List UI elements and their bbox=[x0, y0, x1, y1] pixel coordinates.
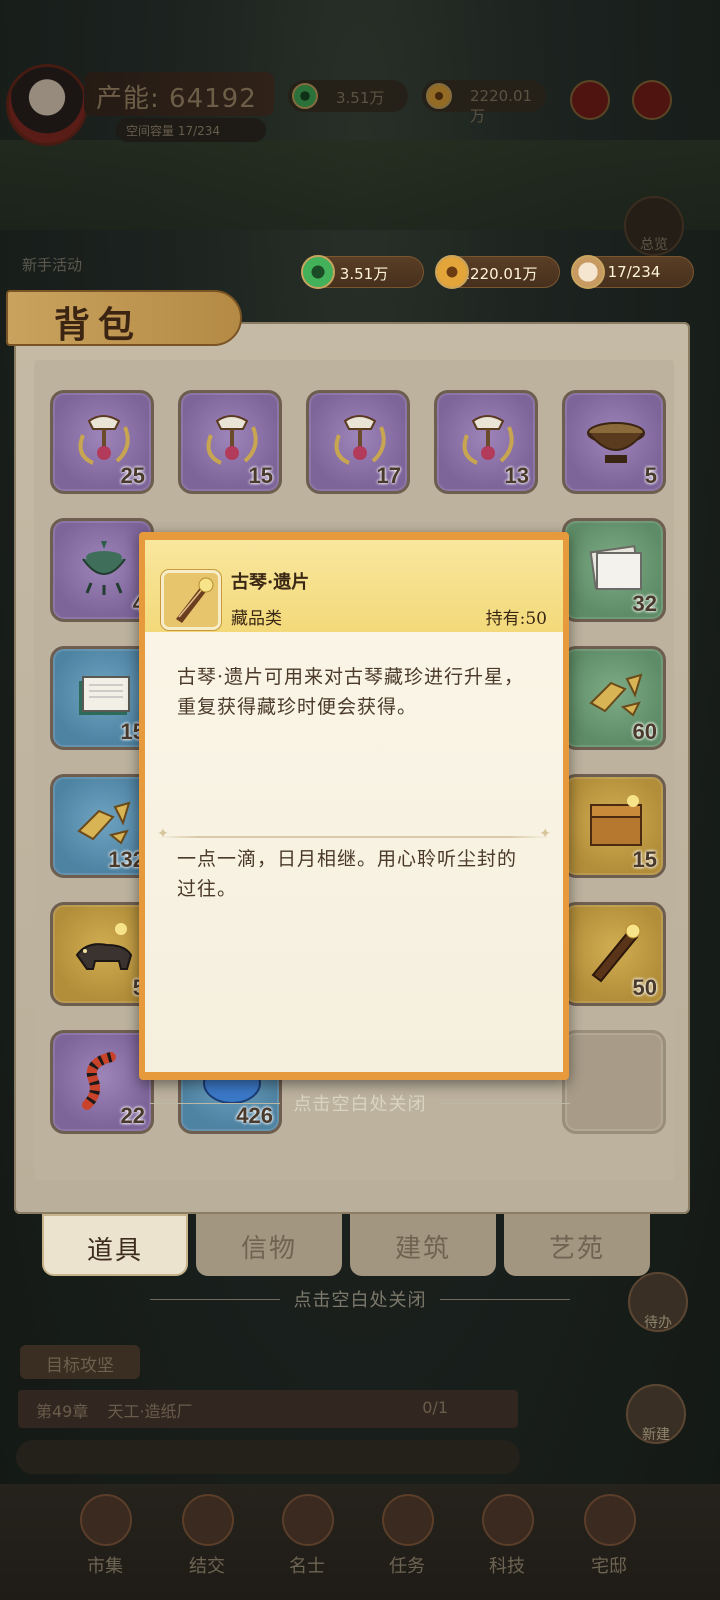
bag-slot[interactable]: 32 bbox=[562, 518, 666, 622]
capacity-icon bbox=[571, 255, 605, 289]
capacity-value: 17/234 bbox=[607, 263, 661, 281]
bag-slot[interactable]: 17 bbox=[306, 390, 410, 494]
nav-tasks-label: 任务 bbox=[389, 1556, 425, 1577]
tooltip-owned-count: 持有:50 bbox=[485, 609, 547, 629]
incense-burner-icon bbox=[82, 541, 126, 595]
nav-market[interactable]: 市集 bbox=[62, 1492, 148, 1582]
nav-tech[interactable]: 科技 bbox=[464, 1492, 550, 1582]
todo-label: 待办 bbox=[644, 1315, 672, 1331]
nav-friends[interactable]: 结交 bbox=[164, 1492, 250, 1582]
nav-market-label: 市集 bbox=[87, 1556, 123, 1577]
nav-friends-label: 结交 bbox=[189, 1556, 225, 1577]
bag-slot[interactable]: 15 bbox=[562, 774, 666, 878]
chapter-progress: 0/1 bbox=[422, 1398, 448, 1417]
new-build-button[interactable]: 新建 bbox=[626, 1384, 686, 1444]
guqin-fragment-icon bbox=[161, 570, 221, 630]
gold-value: 2220.01万 bbox=[460, 265, 538, 283]
mansion-icon bbox=[584, 1494, 636, 1546]
bag-close-hint[interactable]: 点击空白处关闭 bbox=[150, 1286, 570, 1316]
jade-value: 3.51万 bbox=[339, 265, 389, 283]
slot-count: 50 bbox=[632, 975, 657, 1000]
tooltip-item-name: 古琴·遗片 bbox=[231, 572, 310, 593]
slot-count: 60 bbox=[632, 719, 657, 744]
slot-count: 32 bbox=[632, 591, 657, 616]
chapter-number: 第49章 bbox=[36, 1402, 89, 1421]
todo-button[interactable]: 待办 bbox=[628, 1272, 688, 1332]
item-tooltip: 古琴·遗片 藏品类 持有:50 古琴·遗片可用来对古琴藏珍进行升星，重复获得藏珍… bbox=[139, 532, 569, 1080]
jade-icon bbox=[301, 255, 335, 289]
tiger-icon bbox=[75, 923, 133, 970]
chapter-bar[interactable]: 第49章 天工·造纸厂 0/1 bbox=[18, 1390, 518, 1428]
gold-resource[interactable]: 2220.01万 bbox=[435, 255, 560, 289]
slot-count: 15 bbox=[632, 847, 657, 872]
nav-mansion[interactable]: 宅邸 bbox=[566, 1492, 652, 1582]
bowl-icon bbox=[587, 422, 645, 463]
scholars-icon bbox=[282, 1494, 334, 1546]
nav-mansion-label: 宅邸 bbox=[591, 1556, 627, 1577]
nav-scholars[interactable]: 名士 bbox=[264, 1492, 350, 1582]
tooltip-divider bbox=[157, 826, 551, 842]
jade-resource[interactable]: 3.51万 bbox=[301, 255, 424, 289]
tab-buildings[interactable]: 建筑 bbox=[350, 1214, 496, 1276]
upgrade-tag[interactable]: 目标攻坚 bbox=[20, 1345, 140, 1379]
tooltip-header: 古琴·遗片 藏品类 持有:50 bbox=[145, 540, 563, 632]
gold-icon bbox=[435, 255, 469, 289]
slot-count: 22 bbox=[120, 1103, 145, 1128]
chapter-name: 天工·造纸厂 bbox=[107, 1402, 193, 1421]
market-icon bbox=[80, 1494, 132, 1546]
bag-slot[interactable]: 50 bbox=[562, 902, 666, 1006]
tooltip-flavor-text: 一点一滴，日月相继。用心聆听尘封的过往。 bbox=[177, 848, 518, 900]
tech-icon bbox=[482, 1494, 534, 1546]
bag-slot[interactable]: 13 bbox=[434, 390, 538, 494]
bag-slot[interactable]: 25 bbox=[50, 390, 154, 494]
tab-items[interactable]: 道具 bbox=[42, 1214, 188, 1276]
nav-tech-label: 科技 bbox=[489, 1556, 525, 1577]
bag-title: 背包 bbox=[6, 290, 242, 346]
friends-icon bbox=[182, 1494, 234, 1546]
capacity-resource[interactable]: 17/234 bbox=[571, 255, 694, 289]
slot-count: 5 bbox=[644, 463, 657, 488]
nav-scholars-label: 名士 bbox=[289, 1556, 325, 1577]
tab-arts[interactable]: 艺苑 bbox=[504, 1214, 650, 1276]
tasks-icon bbox=[382, 1494, 434, 1546]
tooltip-close-hint[interactable]: 点击空白处关闭 bbox=[150, 1090, 570, 1120]
slot-count: 15 bbox=[248, 463, 273, 488]
nav-tasks[interactable]: 任务 bbox=[364, 1492, 450, 1582]
chat-bar[interactable] bbox=[16, 1440, 520, 1474]
slot-count: 17 bbox=[376, 463, 401, 488]
tooltip-item-category: 藏品类 bbox=[231, 609, 282, 629]
slot-count: 25 bbox=[120, 463, 145, 488]
bag-slot[interactable]: 5 bbox=[562, 390, 666, 494]
empty-slot bbox=[562, 1030, 666, 1134]
bag-slot[interactable]: 15 bbox=[178, 390, 282, 494]
new-build-label: 新建 bbox=[642, 1427, 670, 1443]
tab-tokens[interactable]: 信物 bbox=[196, 1214, 342, 1276]
tooltip-description: 古琴·遗片可用来对古琴藏珍进行升星，重复获得藏珍时便会获得。 bbox=[177, 666, 525, 718]
bag-slot[interactable]: 60 bbox=[562, 646, 666, 750]
slot-count: 13 bbox=[504, 463, 529, 488]
